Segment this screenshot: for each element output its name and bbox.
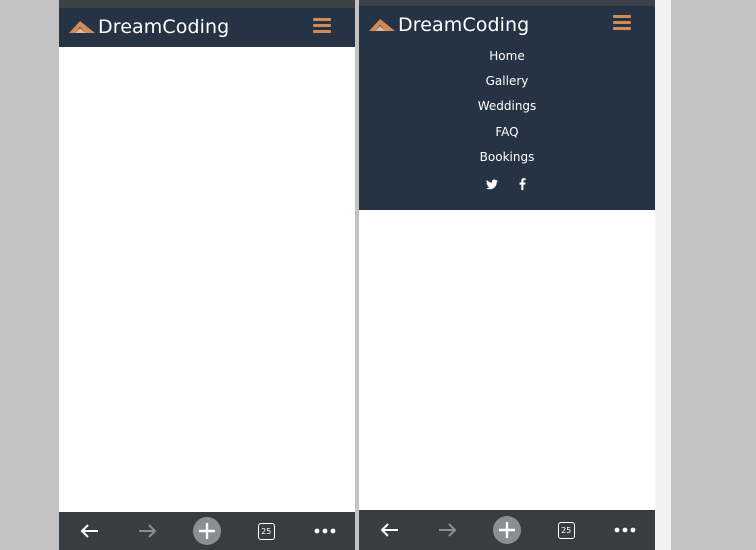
more-dots-icon[interactable] xyxy=(310,516,340,546)
facebook-icon[interactable] xyxy=(516,178,528,190)
nav-item-home[interactable]: Home xyxy=(359,44,655,69)
tabs-count-icon[interactable]: 25 xyxy=(251,516,281,546)
device-bezel xyxy=(655,0,671,550)
nav-menu: Home Gallery Weddings FAQ Bookings xyxy=(359,44,655,170)
navbar: DreamCoding Home Gallery Weddings FAQ Bo… xyxy=(359,6,655,210)
tabs-count: 25 xyxy=(557,521,575,539)
back-arrow-icon[interactable] xyxy=(374,515,404,545)
back-arrow-icon[interactable] xyxy=(74,516,104,546)
brand-logo-icon xyxy=(369,19,395,31)
new-tab-plus-icon[interactable] xyxy=(192,516,222,546)
forward-arrow-icon[interactable] xyxy=(133,516,163,546)
navbar: DreamCoding xyxy=(59,8,355,47)
brand-name: DreamCoding xyxy=(98,16,230,38)
status-bar xyxy=(59,0,355,8)
tabs-count: 25 xyxy=(257,522,275,540)
hamburger-menu-icon[interactable] xyxy=(313,18,331,33)
brand[interactable]: DreamCoding xyxy=(69,16,229,38)
brand-logo-icon xyxy=(69,21,95,33)
browser-toolbar: 25 xyxy=(359,510,655,550)
browser-toolbar: 25 xyxy=(59,512,355,550)
more-dots-icon[interactable] xyxy=(610,515,640,545)
brand[interactable]: DreamCoding xyxy=(369,14,529,36)
twitter-icon[interactable] xyxy=(486,178,498,190)
nav-item-bookings[interactable]: Bookings xyxy=(359,145,655,170)
nav-item-weddings[interactable]: Weddings xyxy=(359,94,655,119)
phone-screen-collapsed: DreamCoding 25 xyxy=(59,0,355,550)
phone-screen-expanded: DreamCoding Home Gallery Weddings FAQ Bo… xyxy=(359,0,655,550)
forward-arrow-icon[interactable] xyxy=(433,515,463,545)
tabs-count-icon[interactable]: 25 xyxy=(551,515,581,545)
new-tab-plus-icon[interactable] xyxy=(492,515,522,545)
social-links xyxy=(359,178,655,190)
brand-name: DreamCoding xyxy=(398,14,530,36)
hamburger-menu-icon[interactable] xyxy=(613,15,631,30)
nav-item-gallery[interactable]: Gallery xyxy=(359,69,655,94)
nav-item-faq[interactable]: FAQ xyxy=(359,120,655,145)
